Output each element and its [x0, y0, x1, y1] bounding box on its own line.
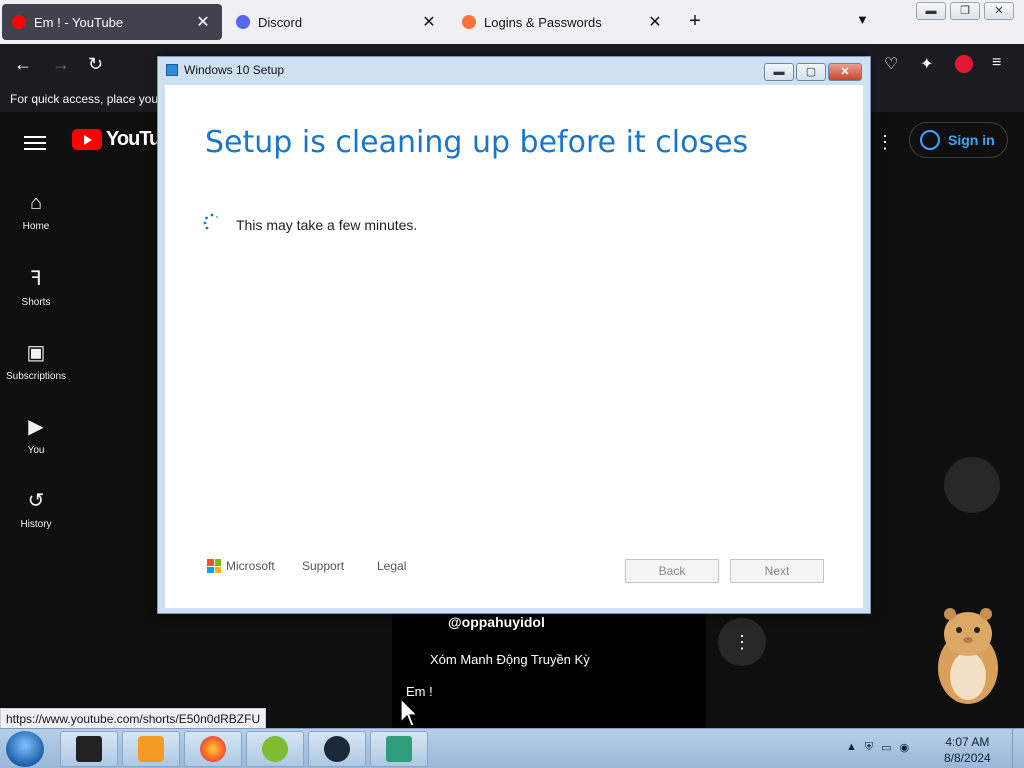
sidebar-item-label: History — [20, 519, 52, 530]
sign-in-button[interactable]: Sign in — [909, 122, 1008, 158]
taskbar: ▲ ⛨ ▭ ◉ 4:07 AM 8/8/2024 — [0, 728, 1024, 768]
sidebar-item-subscriptions[interactable]: ▣ Subscriptions — [0, 340, 72, 382]
short-video[interactable]: @oppahuyidol Xóm Manh Động Truyền Kỳ Em … — [392, 612, 706, 728]
channel-name[interactable]: @oppahuyidol — [448, 614, 545, 630]
taskbar-app-2[interactable] — [122, 731, 180, 767]
start-button[interactable] — [6, 731, 44, 767]
microsoft-logo: Microsoft — [207, 559, 275, 573]
taskbar-app-3[interactable] — [184, 731, 242, 767]
tab-label: Logins & Passwords — [484, 14, 602, 30]
next-button[interactable]: Next — [730, 559, 824, 583]
microsoft-brand-text: Microsoft — [226, 559, 275, 573]
back-button[interactable]: Back — [625, 559, 719, 583]
link-status-url: https://www.youtube.com/shorts/E50n0dRBZ… — [0, 708, 267, 730]
forward-arrow-icon[interactable]: → — [52, 54, 70, 75]
taskbar-app-1[interactable] — [60, 731, 118, 767]
windows-setup-dialog: Windows 10 Setup ▬ ▢ ✕ Setup is cleaning… — [157, 56, 871, 614]
minimize-button[interactable]: ▬ — [916, 2, 946, 20]
song-title[interactable]: Xóm Manh Động Truyền Kỳ — [430, 652, 590, 667]
legal-link[interactable]: Legal — [377, 559, 406, 573]
sign-in-label: Sign in — [948, 132, 995, 148]
pocket-icon[interactable]: ♡ — [884, 54, 898, 74]
more-options-icon[interactable]: ⋮ — [876, 132, 894, 153]
sidebar-item-label: Shorts — [21, 297, 51, 308]
hamster-image — [938, 608, 998, 704]
close-tab-icon[interactable]: ✕ — [194, 12, 212, 32]
setup-message: This may take a few minutes. — [236, 217, 418, 233]
home-icon: ⌂ — [29, 192, 43, 214]
next-short-button[interactable] — [944, 457, 1000, 513]
shorts-icon: ꟻ — [30, 268, 42, 290]
display-icon[interactable]: ▭ — [881, 741, 891, 754]
firefox-icon — [462, 15, 476, 29]
menu-icon[interactable]: ≡ — [992, 54, 1001, 72]
reload-icon[interactable]: ↻ — [88, 54, 103, 75]
hamburger-menu-icon[interactable] — [24, 132, 46, 154]
tab-discord[interactable]: Discord ✕ — [226, 4, 448, 40]
tab-youtube[interactable]: Em ! - YouTube ✕ — [2, 4, 222, 40]
firefox-icon — [200, 736, 226, 762]
sidebar-item-home[interactable]: ⌂ Home — [0, 192, 72, 232]
media-player-icon — [138, 736, 164, 762]
close-window-button[interactable]: ✕ — [984, 2, 1014, 20]
microsoft-logo-icon — [207, 559, 221, 573]
dialog-minimize-button[interactable]: ▬ — [764, 63, 794, 81]
sidebar-item-label: You — [27, 445, 45, 456]
steam-icon — [324, 736, 350, 762]
back-arrow-icon[interactable]: ← — [14, 54, 32, 75]
clock-date: 8/8/2024 — [944, 751, 991, 765]
sidebar-item-history[interactable]: ↺ History — [0, 488, 72, 530]
tab-label: Em ! - YouTube — [34, 14, 124, 30]
support-link[interactable]: Support — [302, 559, 344, 573]
new-tab-button[interactable]: + — [684, 10, 706, 33]
close-tab-icon[interactable]: ✕ — [646, 12, 664, 32]
browser-window-controls: ▬ ❐ ✕ — [916, 2, 1014, 20]
dialog-content: Setup is cleaning up before it closes Th… — [165, 85, 863, 608]
security-icon[interactable]: ⛨ — [865, 741, 873, 754]
terminal-icon — [76, 736, 102, 762]
system-tray: ▲ ⛨ ▭ ◉ — [846, 741, 909, 754]
youtube-play-icon — [72, 129, 102, 150]
sidebar-item-shorts[interactable]: ꟻ Shorts — [0, 266, 72, 308]
setup-app-icon — [166, 64, 178, 76]
dialog-titlebar[interactable]: Windows 10 Setup — [166, 63, 284, 77]
dialog-close-button[interactable]: ✕ — [828, 63, 862, 81]
taskbar-app-4[interactable] — [246, 731, 304, 767]
extension-badge-icon[interactable] — [955, 55, 973, 73]
tray-expand-icon[interactable]: ▲ — [846, 741, 857, 754]
taskbar-app-6[interactable] — [370, 731, 428, 767]
sidebar-item-label: Home — [22, 221, 50, 232]
sidebar-item-you[interactable]: ▶ You — [0, 414, 72, 456]
dialog-window-controls: ▬ ▢ ✕ — [764, 63, 862, 81]
history-icon: ↺ — [27, 490, 45, 512]
sidebar-item-label: Subscriptions — [5, 371, 67, 382]
loading-spinner-icon — [203, 213, 219, 230]
setup-heading: Setup is cleaning up before it closes — [205, 125, 749, 160]
show-desktop-button[interactable] — [1012, 729, 1024, 768]
you-icon: ▶ — [28, 416, 44, 438]
tab-label: Discord — [258, 14, 303, 30]
youtube-icon — [12, 15, 26, 29]
subscriptions-icon: ▣ — [26, 342, 46, 364]
clock-time: 4:07 AM — [945, 735, 990, 749]
discord-icon — [236, 15, 250, 29]
chevron-down-icon[interactable]: ▼ — [856, 12, 869, 27]
short-more-options-button[interactable]: ⋮ — [718, 618, 766, 666]
mouse-cursor-icon — [400, 698, 418, 727]
dialog-maximize-button[interactable]: ▢ — [796, 63, 826, 81]
tab-logins[interactable]: Logins & Passwords ✕ — [452, 4, 674, 40]
ccleaner-icon — [262, 736, 288, 762]
extensions-icon[interactable]: ✦ — [920, 54, 933, 74]
dialog-title: Windows 10 Setup — [184, 63, 285, 77]
restore-button[interactable]: ❐ — [950, 2, 980, 20]
system-clock[interactable]: 4:07 AM 8/8/2024 — [944, 734, 991, 766]
taskbar-app-5[interactable] — [308, 731, 366, 767]
network-icon[interactable]: ◉ — [900, 741, 910, 754]
account-icon — [920, 130, 940, 150]
tab-strip: Em ! - YouTube ✕ Discord ✕ Logins & Pass… — [0, 0, 1024, 44]
close-tab-icon[interactable]: ✕ — [420, 12, 438, 32]
setup-app-icon — [386, 736, 412, 762]
short-title: Em ! — [406, 684, 433, 699]
